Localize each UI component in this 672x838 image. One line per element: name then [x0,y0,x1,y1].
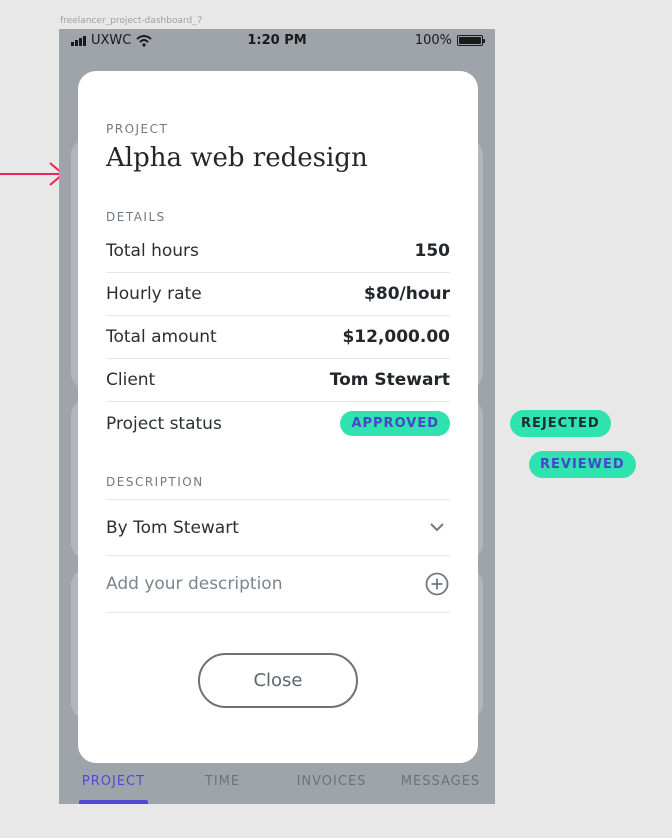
project-title: Alpha web redesign [106,143,368,173]
close-button[interactable]: Close [198,653,358,708]
tab-invoices[interactable]: INVOICES [277,760,386,804]
description-section-label: DESCRIPTION [106,475,204,489]
pointer-arrow-icon [0,162,65,186]
detail-value: $80/hour [364,284,450,304]
tab-messages[interactable]: MESSAGES [386,760,495,804]
detail-label: Project status [106,413,222,434]
detail-value: Tom Stewart [329,370,450,390]
canvas-label: freelancer_project-dashboard_7 [60,16,203,26]
detail-row-client: Client Tom Stewart [106,359,450,402]
project-details-modal: PROJECT Alpha web redesign DETAILS Total… [78,71,478,763]
tab-time[interactable]: TIME [168,760,277,804]
status-badge[interactable]: APPROVED [340,411,450,436]
detail-label: Hourly rate [106,284,202,304]
detail-value: 150 [414,241,451,261]
add-description-row[interactable]: Add your description [106,556,450,613]
bottom-tab-bar: PROJECT TIME INVOICES MESSAGES [59,760,495,804]
detail-row-hourly-rate: Hourly rate $80/hour [106,273,450,316]
detail-value: $12,000.00 [342,327,450,347]
detail-label: Total hours [106,241,199,261]
description-author-row[interactable]: By Tom Stewart [106,499,450,556]
status-variant-reviewed: REVIEWED [529,451,636,478]
project-section-label: PROJECT [106,122,169,136]
details-section-label: DETAILS [106,210,166,224]
detail-row-total-amount: Total amount $12,000.00 [106,316,450,359]
status-bar: UXWC 1:20 PM 100% [59,29,495,53]
detail-label: Total amount [106,327,217,347]
add-circle-icon[interactable] [424,571,450,597]
chevron-down-icon[interactable] [424,515,450,541]
detail-row-project-status: Project status APPROVED [106,402,450,445]
battery-percent: 100% [414,33,452,48]
add-description-placeholder: Add your description [106,574,283,594]
detail-row-total-hours: Total hours 150 [106,230,450,273]
tab-project[interactable]: PROJECT [59,760,168,804]
status-variant-rejected: REJECTED [510,410,611,437]
description-author: By Tom Stewart [106,517,239,538]
detail-label: Client [106,370,156,390]
battery-icon [457,35,485,46]
